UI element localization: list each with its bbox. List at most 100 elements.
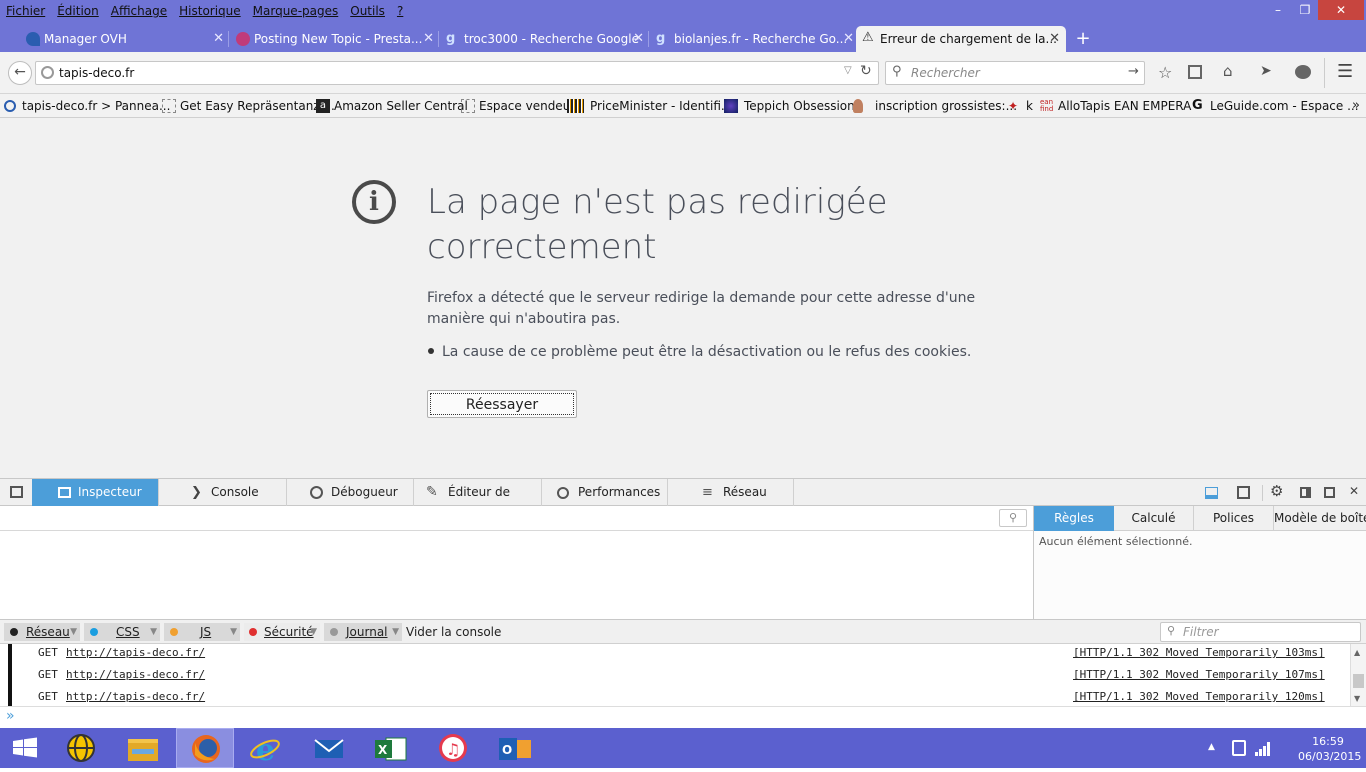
menu-affichage[interactable]: Affichage: [105, 0, 173, 20]
style-editor-icon: ✎: [426, 484, 438, 500]
menu-historique[interactable]: Historique: [173, 0, 247, 20]
filter-journal[interactable]: Journal ▼: [324, 623, 402, 641]
bookmark-item[interactable]: PriceMinister - Identifi...: [567, 94, 732, 117]
menu-edition[interactable]: Édition: [51, 0, 105, 20]
url-bar[interactable]: tapis-deco.fr ▽ ↻: [35, 61, 879, 85]
menu-marque-pages[interactable]: Marque-pages: [247, 0, 345, 20]
tab-inspecteur[interactable]: Inspecteur: [32, 479, 159, 506]
retry-button[interactable]: Réessayer: [427, 390, 577, 418]
taskbar-ie-app[interactable]: e: [238, 728, 296, 768]
bookmark-item[interactable]: ean find AlloTapis EAN EMPERA: [1040, 94, 1191, 117]
tab-modele-boite[interactable]: Modèle de boîte: [1274, 506, 1366, 531]
close-tab-icon[interactable]: ✕: [213, 26, 224, 52]
new-tab-button[interactable]: +: [1072, 26, 1094, 52]
tab-manager-ovh[interactable]: Manager OVH ✕: [20, 26, 230, 52]
search-go-icon[interactable]: →: [1128, 64, 1139, 79]
minimize-button[interactable]: –: [1264, 0, 1292, 20]
filter-reseau[interactable]: Réseau ▼: [4, 623, 80, 641]
scroll-down-icon[interactable]: ▼: [1354, 694, 1360, 703]
console-filter-input[interactable]: ⚲ Filtrer: [1160, 622, 1361, 642]
responsive-mode-icon[interactable]: [1237, 486, 1250, 499]
close-tab-icon[interactable]: ✕: [423, 26, 434, 52]
filter-js[interactable]: JS ▼: [164, 623, 240, 641]
log-url-link[interactable]: http://tapis-deco.fr/: [66, 666, 205, 684]
internet-explorer-icon: e: [250, 733, 280, 768]
bookmarks-list-icon[interactable]: [1188, 65, 1202, 79]
clear-console-button[interactable]: Vider la console: [406, 623, 501, 641]
maximize-button[interactable]: ❐: [1292, 0, 1318, 20]
dropdown-arrow-icon[interactable]: ▽: [844, 65, 852, 76]
bookmark-item[interactable]: Get Easy Repräsentanz ...: [162, 94, 335, 117]
search-bar[interactable]: ⚲ Rechercher →: [885, 61, 1145, 85]
menu-hamburger-icon[interactable]: ☰: [1337, 61, 1353, 82]
battery-icon[interactable]: [1232, 740, 1246, 756]
close-window-button[interactable]: ✕: [1318, 0, 1364, 20]
taskbar-excel-app[interactable]: X: [362, 728, 420, 768]
log-status-link[interactable]: [HTTP/1.1 302 Moved Temporarily 120ms]: [1073, 688, 1325, 706]
close-tab-icon[interactable]: ✕: [1049, 26, 1060, 52]
back-arrow-icon[interactable]: ←: [8, 61, 32, 85]
send-icon[interactable]: ➤: [1260, 63, 1272, 79]
reload-icon[interactable]: ↻: [860, 63, 872, 79]
filter-securite[interactable]: Sécurité ▼: [244, 623, 320, 641]
home-icon[interactable]: ⌂: [1223, 62, 1233, 80]
close-tab-icon[interactable]: ✕: [843, 26, 854, 52]
pick-element-icon[interactable]: [10, 486, 23, 498]
console-input[interactable]: »: [0, 706, 1366, 728]
google-icon: g: [656, 31, 666, 46]
bookmark-item[interactable]: Teppich Obsession: [724, 94, 855, 117]
taskbar-firefox-app[interactable]: [176, 728, 234, 768]
log-url-link[interactable]: http://tapis-deco.fr/: [66, 644, 205, 662]
clock[interactable]: 16:59 06/03/2015: [1298, 734, 1361, 764]
bookmarks-toolbar: tapis-deco.fr > Pannea... Get Easy Reprä…: [0, 94, 1366, 118]
tab-performances[interactable]: Performances: [542, 479, 668, 506]
tab-erreur-chargement[interactable]: ⚠ Erreur de chargement de la... ✕: [856, 26, 1066, 52]
taskbar-mail-app[interactable]: [300, 728, 358, 768]
tab-polices[interactable]: Polices: [1194, 506, 1274, 531]
menu-aide[interactable]: ?: [391, 0, 409, 20]
bookmark-item[interactable]: ✦ k: [1008, 94, 1033, 117]
tab-regles[interactable]: Règles: [1034, 506, 1114, 531]
tab-editeur-style[interactable]: ✎ Éditeur de style: [414, 479, 542, 526]
show-hidden-icons-icon[interactable]: ▲: [1208, 742, 1215, 752]
taskbar-outlook-app[interactable]: O: [486, 728, 544, 768]
close-tab-icon[interactable]: ✕: [633, 26, 644, 52]
bookmarks-overflow-button[interactable]: »: [1352, 94, 1360, 117]
log-status-link[interactable]: [HTTP/1.1 302 Moved Temporarily 107ms]: [1073, 666, 1325, 684]
scroll-up-icon[interactable]: ▲: [1354, 648, 1360, 657]
signal-icon[interactable]: [1254, 740, 1272, 756]
taskbar-explorer-app[interactable]: [114, 728, 172, 768]
url-text[interactable]: tapis-deco.fr: [59, 66, 134, 80]
pin-icon: ✦: [1008, 99, 1019, 113]
tab-biolanjes-google[interactable]: g biolanjes.fr - Recherche Go... ✕: [650, 26, 860, 52]
bookmark-star-icon[interactable]: ☆: [1158, 63, 1172, 82]
log-status-link[interactable]: [HTTP/1.1 302 Moved Temporarily 103ms]: [1073, 644, 1325, 662]
settings-gear-icon[interactable]: ⚙: [1270, 482, 1283, 500]
tab-calcule[interactable]: Calculé: [1114, 506, 1194, 531]
bookmark-item[interactable]: Espace vendeur: [461, 94, 575, 117]
separate-window-icon[interactable]: [1324, 487, 1335, 498]
taskbar-network-app[interactable]: [52, 728, 110, 768]
start-button[interactable]: [0, 728, 50, 768]
bookmark-item[interactable]: a Amazon Seller Central: [316, 94, 468, 117]
tab-console[interactable]: ❯ Console: [159, 479, 287, 506]
menu-fichier[interactable]: Fichier: [0, 0, 51, 20]
filter-css[interactable]: CSS ▼: [84, 623, 160, 641]
console-scrollbar[interactable]: ▲ ▼: [1350, 644, 1366, 706]
tab-posting-new-topic[interactable]: Posting New Topic - Presta... ✕: [230, 26, 440, 52]
menu-outils[interactable]: Outils: [344, 0, 391, 20]
tab-debogueur[interactable]: Débogueur: [287, 479, 414, 506]
chat-icon[interactable]: [1295, 65, 1311, 79]
inspector-search-icon[interactable]: ⚲: [999, 509, 1027, 527]
bookmark-item[interactable]: inscription grossistes:...: [853, 94, 1017, 117]
close-devtools-icon[interactable]: ✕: [1349, 484, 1359, 498]
log-url-link[interactable]: http://tapis-deco.fr/: [66, 688, 205, 706]
scroll-thumb[interactable]: [1353, 674, 1364, 688]
bookmark-item[interactable]: G LeGuide.com - Espace ...: [1192, 94, 1359, 117]
split-console-icon[interactable]: [1205, 487, 1218, 499]
dock-side-icon[interactable]: [1300, 487, 1311, 498]
tab-troc3000-google[interactable]: g troc3000 - Recherche Google ✕: [440, 26, 650, 52]
taskbar-itunes-app[interactable]: ♫: [424, 728, 482, 768]
tab-reseau[interactable]: ≡ Réseau: [668, 479, 794, 506]
bookmark-item[interactable]: tapis-deco.fr > Pannea...: [4, 94, 170, 117]
